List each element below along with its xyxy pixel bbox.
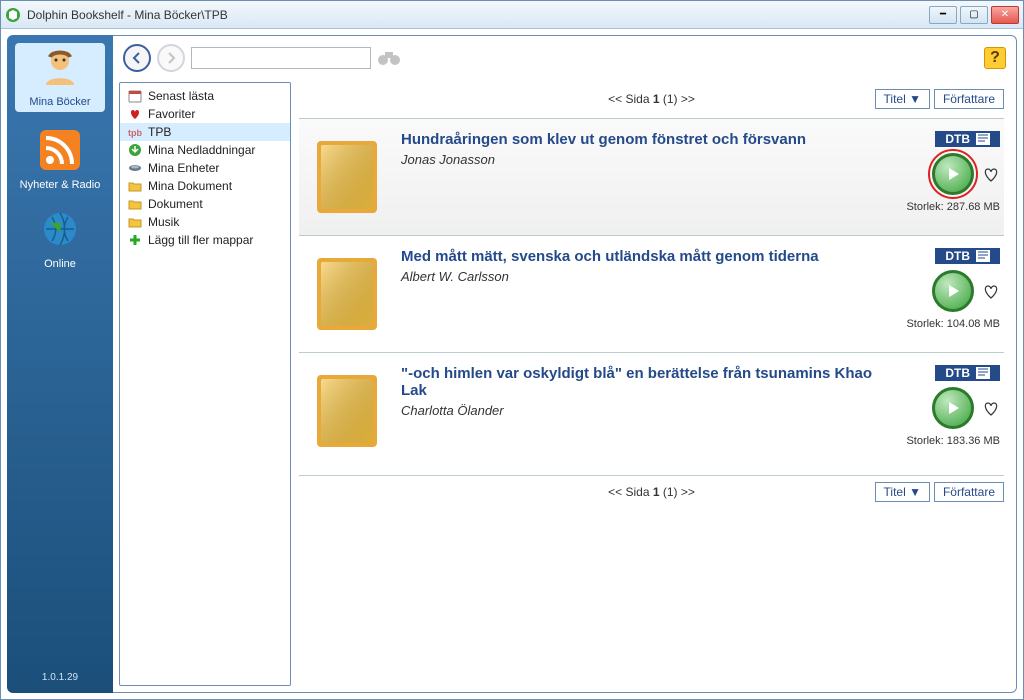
tree-item-5[interactable]: Mina Dokument	[120, 177, 290, 195]
left-sidebar: Mina Böcker Nyheter & Radio Online 1.0.1…	[7, 35, 113, 693]
device-icon	[128, 161, 142, 175]
globe-icon	[40, 209, 80, 249]
play-button[interactable]	[932, 387, 974, 429]
book-title[interactable]: "-och himlen var oskyldigt blå" en berät…	[401, 365, 890, 399]
file-size: Storlek: 183.36 MB	[906, 435, 1000, 447]
tree-label: TPB	[148, 125, 171, 139]
toolbar: ?	[113, 36, 1016, 80]
plus-icon	[128, 233, 142, 247]
app-icon	[5, 7, 21, 23]
folder-icon	[128, 197, 142, 211]
tpb-icon: tpb	[128, 125, 142, 139]
favorite-button[interactable]	[982, 282, 1000, 300]
tree-label: Mina Enheter	[148, 161, 219, 175]
sidebar-item-online[interactable]: Online	[15, 209, 105, 270]
close-button[interactable]: ✕	[991, 6, 1019, 24]
calendar-icon	[128, 89, 142, 103]
minimize-button[interactable]: ━	[929, 6, 957, 24]
tree-label: Favoriter	[148, 107, 195, 121]
book-title[interactable]: Med mått mätt, svenska och utländska måt…	[401, 248, 890, 265]
tree-label: Musik	[148, 215, 179, 229]
maximize-button[interactable]: ▢	[960, 6, 988, 24]
format-badge: DTB	[935, 131, 1000, 147]
book-cover-icon	[313, 137, 381, 217]
book-cover-icon	[313, 371, 381, 451]
heart-icon	[128, 107, 142, 121]
tree-label: Senast lästa	[148, 89, 214, 103]
rss-icon	[40, 130, 80, 170]
file-size: Storlek: 287.68 MB	[906, 201, 1000, 213]
search-input[interactable]	[191, 47, 371, 69]
binoculars-icon[interactable]	[377, 48, 401, 68]
favorite-button[interactable]	[982, 399, 1000, 417]
book-cover-icon	[313, 254, 381, 334]
sidebar-label: Mina Böcker	[15, 96, 105, 108]
book-row: Med mått mätt, svenska och utländska måt…	[299, 235, 1004, 352]
svg-text:tpb: tpb	[128, 128, 142, 138]
pager-bottom: << Sida 1 (1) >>	[608, 485, 695, 499]
sidebar-item-mybooks[interactable]: Mina Böcker	[15, 43, 105, 112]
folder-icon	[128, 179, 142, 193]
sidebar-label: Online	[15, 258, 105, 270]
play-button[interactable]	[932, 153, 974, 195]
sidebar-label: Nyheter & Radio	[15, 179, 105, 191]
folder-icon	[128, 215, 142, 229]
doc-icon	[976, 250, 990, 262]
book-author: Charlotta Ölander	[401, 403, 890, 418]
tree-item-6[interactable]: Dokument	[120, 195, 290, 213]
tree-label: Mina Dokument	[148, 179, 232, 193]
download-icon	[128, 143, 142, 157]
tree-item-8[interactable]: Lägg till fler mappar	[120, 231, 290, 249]
version-text: 1.0.1.29	[42, 672, 78, 683]
tree-item-3[interactable]: Mina Nedladdningar	[120, 141, 290, 159]
folder-tree: Senast lästa Favoriter tpb TPB Mina Nedladdn…	[119, 82, 291, 686]
tree-item-2[interactable]: tpb TPB	[120, 123, 290, 141]
book-author: Jonas Jonasson	[401, 152, 890, 167]
play-button[interactable]	[932, 270, 974, 312]
sort-title-button[interactable]: Titel ▼	[875, 482, 930, 502]
favorite-button[interactable]	[982, 165, 1000, 183]
book-title[interactable]: Hundraåringen som klev ut genom fönstret…	[401, 131, 890, 148]
tree-item-1[interactable]: Favoriter	[120, 105, 290, 123]
back-button[interactable]	[123, 44, 151, 72]
book-author: Albert W. Carlsson	[401, 269, 890, 284]
sort-author-button[interactable]: Författare	[934, 89, 1004, 109]
tree-item-7[interactable]: Musik	[120, 213, 290, 231]
pager-top: << Sida 1 (1) >>	[608, 92, 695, 106]
sort-author-button[interactable]: Författare	[934, 482, 1004, 502]
format-badge: DTB	[935, 248, 1000, 264]
tree-label: Mina Nedladdningar	[148, 143, 255, 157]
format-badge: DTB	[935, 365, 1000, 381]
doc-icon	[976, 367, 990, 379]
forward-button[interactable]	[157, 44, 185, 72]
titlebar: Dolphin Bookshelf - Mina Böcker\TPB ━ ▢ …	[1, 1, 1023, 29]
book-row: Hundraåringen som klev ut genom fönstret…	[299, 118, 1004, 235]
sort-title-button[interactable]: Titel ▼	[875, 89, 930, 109]
sidebar-item-news[interactable]: Nyheter & Radio	[15, 130, 105, 191]
window-title: Dolphin Bookshelf - Mina Böcker\TPB	[27, 8, 929, 22]
avatar-icon	[40, 47, 80, 87]
help-button[interactable]: ?	[984, 47, 1006, 69]
tree-item-0[interactable]: Senast lästa	[120, 87, 290, 105]
tree-item-4[interactable]: Mina Enheter	[120, 159, 290, 177]
book-row: "-och himlen var oskyldigt blå" en berät…	[299, 352, 1004, 469]
file-size: Storlek: 104.08 MB	[906, 318, 1000, 330]
doc-icon	[976, 133, 990, 145]
tree-label: Lägg till fler mappar	[148, 233, 253, 247]
tree-label: Dokument	[148, 197, 203, 211]
book-list: << Sida 1 (1) >> Titel ▼ Författare Hund…	[297, 80, 1016, 692]
